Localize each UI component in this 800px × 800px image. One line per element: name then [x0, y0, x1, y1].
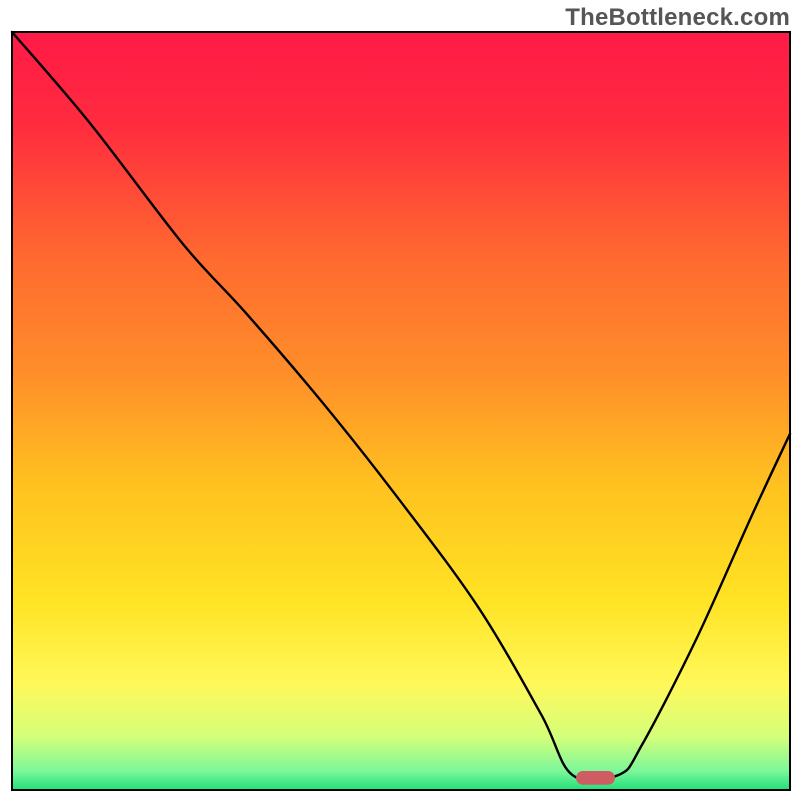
- chart-container: TheBottleneck.com: [0, 0, 800, 800]
- bottleneck-chart: [0, 0, 800, 800]
- gradient-background: [12, 32, 790, 790]
- optimal-marker: [576, 771, 615, 785]
